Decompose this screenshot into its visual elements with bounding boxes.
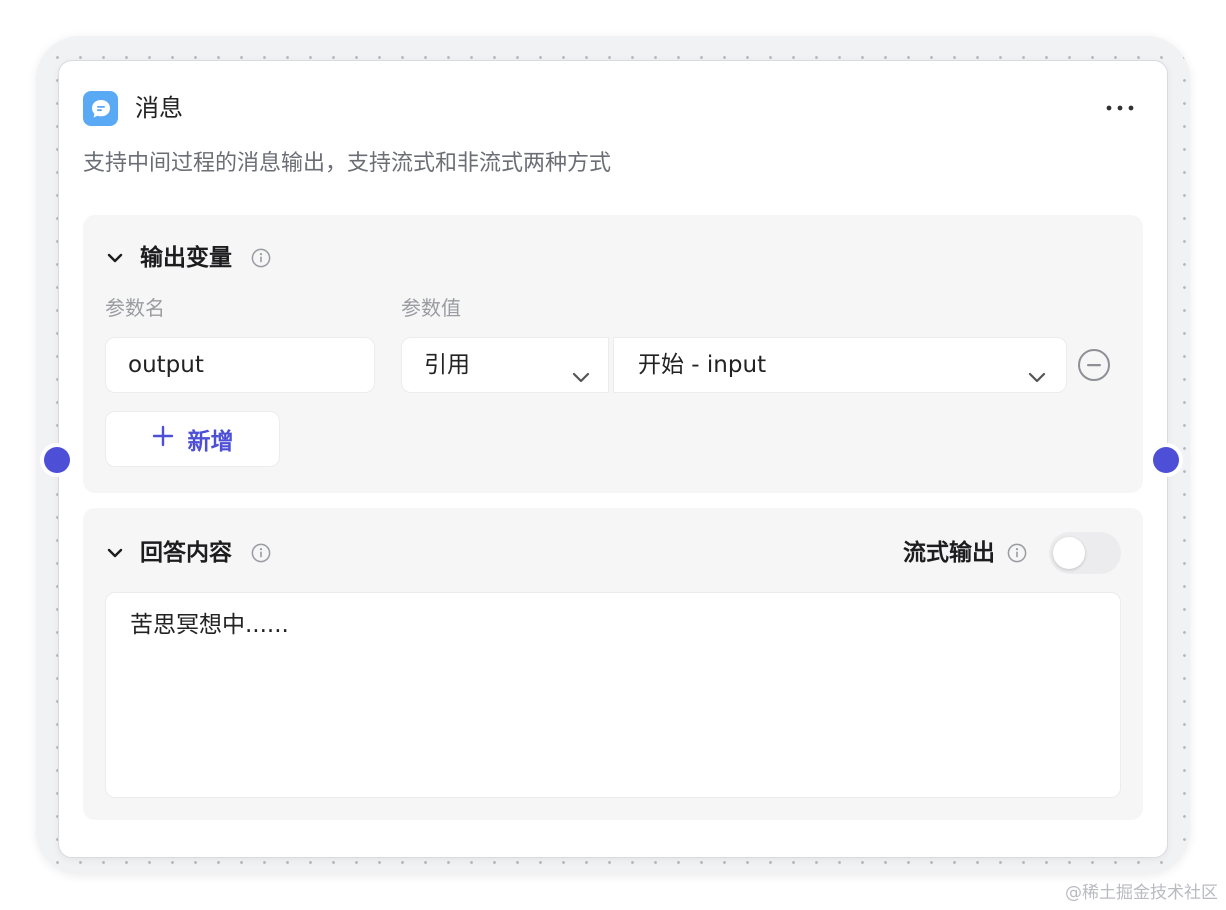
stream-output-label: 流式输出 — [903, 540, 995, 566]
chevron-down-icon[interactable] — [105, 543, 125, 563]
watermark: @稀土掘金技术社区 — [1065, 883, 1218, 903]
info-icon[interactable] — [251, 543, 271, 563]
chevron-down-icon — [570, 354, 592, 383]
value-type-label: 引用 — [424, 352, 470, 378]
plus-icon — [152, 425, 174, 453]
stream-output-toggle[interactable] — [1049, 532, 1121, 574]
add-button-label: 新增 — [187, 429, 234, 455]
answer-content-panel: 回答内容 流式输出 苦思冥想中...... — [83, 508, 1143, 820]
value-reference-label: 开始 - input — [638, 352, 767, 378]
input-port[interactable] — [40, 443, 74, 477]
chevron-down-icon[interactable] — [105, 248, 125, 268]
output-variables-panel: 输出变量 参数名 参数值 output 引用 开始 - input 新增 — [83, 215, 1143, 493]
value-type-select[interactable]: 引用 — [401, 337, 609, 393]
message-icon — [83, 91, 118, 126]
value-reference-select[interactable]: 开始 - input — [613, 337, 1067, 393]
remove-circle-icon[interactable] — [1077, 348, 1111, 382]
param-name-label: 参数名 — [105, 296, 165, 320]
chevron-down-icon — [1026, 354, 1048, 383]
add-variable-button[interactable]: 新增 — [105, 411, 280, 467]
message-node-card[interactable]: 消息 支持中间过程的消息输出，支持流式和非流式两种方式 输出变量 参数名 参数值… — [58, 60, 1168, 858]
param-name-input[interactable]: output — [105, 337, 375, 393]
section-title-output: 输出变量 — [140, 245, 232, 271]
param-value-label: 参数值 — [401, 296, 461, 320]
toggle-knob — [1053, 537, 1085, 569]
node-title: 消息 — [135, 94, 183, 122]
node-description: 支持中间过程的消息输出，支持流式和非流式两种方式 — [83, 151, 612, 176]
info-icon[interactable] — [1007, 543, 1027, 563]
more-horizontal-icon[interactable] — [1103, 91, 1137, 125]
output-port[interactable] — [1149, 443, 1183, 477]
section-title-answer: 回答内容 — [140, 540, 232, 566]
info-icon[interactable] — [251, 248, 271, 268]
answer-content-textarea[interactable]: 苦思冥想中...... — [105, 592, 1121, 798]
